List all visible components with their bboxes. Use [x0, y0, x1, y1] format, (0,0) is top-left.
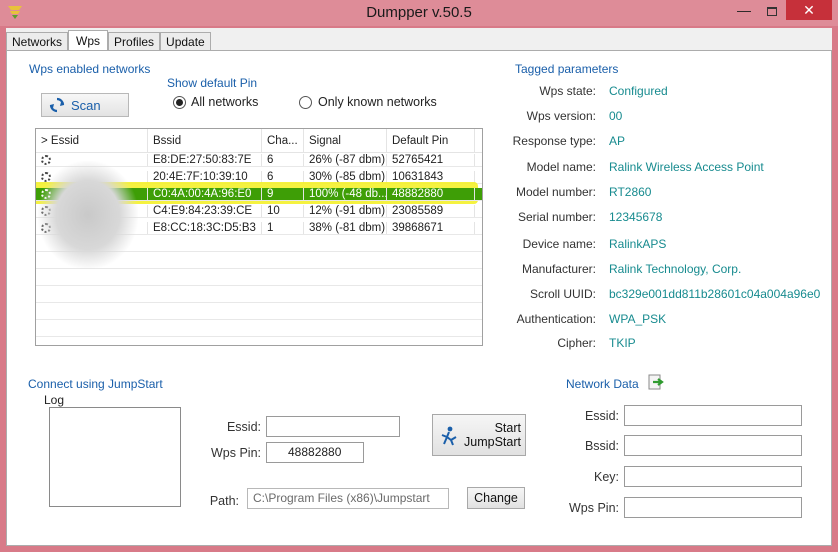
param-value: Ralink Technology, Corp.: [609, 262, 742, 276]
nd-key-input[interactable]: [624, 466, 802, 487]
start-line2: JumpStart: [464, 435, 521, 449]
param-value: TKIP: [609, 336, 636, 350]
wps-panel: Wps enabled networks Scan Show default P…: [6, 50, 832, 546]
log-box[interactable]: [49, 407, 181, 507]
bssid-cell: E8:CC:18:3C:D5:B3: [148, 222, 262, 234]
nd-key-label: Key:: [593, 470, 619, 484]
param-value: Configured: [609, 84, 668, 98]
param-label: Wps version:: [526, 109, 596, 123]
signal-cell: 12% (-91 dbm): [304, 205, 387, 217]
nd-wps-pin-label: Wps Pin:: [568, 501, 619, 515]
path-label: Path:: [209, 494, 239, 508]
tab-update[interactable]: Update: [160, 32, 211, 52]
title-bar: Dumpper v.50.5 — ✕: [0, 0, 838, 26]
channel-cell: 9: [262, 188, 304, 200]
param-value: RT2860: [609, 185, 652, 199]
param-value: RalinkAPS: [609, 237, 667, 251]
radio-only-known[interactable]: [299, 96, 312, 109]
tab-profiles[interactable]: Profiles: [108, 32, 161, 52]
wps-pin-input[interactable]: 48882880: [266, 442, 364, 463]
nd-essid-input[interactable]: [624, 405, 802, 426]
signal-cell: 38% (-81 dbm): [304, 222, 387, 234]
signal-cell: 100% (-48 db...: [304, 188, 387, 200]
jumpstart-icon: [441, 426, 457, 446]
param-value: bc329e001dd811b28601c04a004a96e0: [609, 287, 821, 301]
scan-button[interactable]: Scan: [41, 93, 129, 117]
bssid-cell: C4:E9:84:23:39:CE: [148, 205, 262, 217]
param-label: Response type:: [512, 134, 596, 148]
maximize-icon: [767, 6, 777, 16]
window-title: Dumpper v.50.5: [366, 4, 472, 21]
channel-cell: 1: [262, 222, 304, 234]
wps-pin-label: Wps Pin:: [210, 446, 261, 460]
redacted-essids: [38, 161, 138, 269]
param-label: Model number:: [515, 185, 596, 199]
header-essid[interactable]: > Essid: [36, 129, 148, 152]
param-value: Ralink Wireless Access Point: [609, 160, 764, 174]
param-label: Scroll UUID:: [529, 287, 596, 301]
nd-bssid-input[interactable]: [624, 435, 802, 456]
start-jumpstart-button[interactable]: Start JumpStart: [432, 414, 526, 456]
essid-label: Essid:: [226, 420, 261, 434]
client-area: Networks Wps Profiles Update Wps enabled…: [6, 28, 832, 546]
param-label: Authentication:: [516, 312, 596, 326]
start-line1: Start: [494, 421, 521, 435]
radio-all-networks-label: All networks: [191, 95, 259, 109]
nd-bssid-label: Bssid:: [584, 439, 619, 453]
nd-essid-label: Essid:: [584, 409, 619, 423]
minimize-button[interactable]: —: [730, 0, 758, 20]
header-bssid[interactable]: Bssid: [148, 129, 262, 152]
jumpstart-title: Connect using JumpStart: [28, 377, 163, 391]
param-value: 12345678: [609, 210, 663, 224]
log-label: Log: [44, 393, 65, 407]
param-value: WPA_PSK: [609, 312, 667, 326]
refresh-icon: [49, 97, 65, 113]
signal-cell: 26% (-87 dbm): [304, 154, 387, 166]
param-label: Device name:: [522, 237, 596, 251]
tab-bar: Networks Wps Profiles Update: [6, 30, 211, 52]
param-value: 00: [609, 109, 623, 123]
network-data-title: Network Data: [566, 377, 639, 391]
param-label: Manufacturer:: [521, 262, 596, 276]
change-button[interactable]: Change: [467, 487, 525, 509]
nd-wps-pin-input[interactable]: [624, 497, 802, 518]
param-label: Serial number:: [517, 210, 596, 224]
essid-input[interactable]: [266, 416, 400, 437]
tab-networks[interactable]: Networks: [6, 32, 69, 52]
radio-all-networks[interactable]: [173, 96, 186, 109]
header-channel[interactable]: Cha...: [262, 129, 304, 152]
param-label: Model name:: [526, 160, 596, 174]
path-input[interactable]: C:\Program Files (x86)\Jumpstart: [247, 488, 449, 509]
param-value: AP: [609, 134, 626, 148]
channel-cell: 10: [262, 205, 304, 217]
scan-label: Scan: [71, 98, 101, 113]
wps-networks-title: Wps enabled networks: [29, 62, 151, 76]
maximize-button[interactable]: [758, 0, 786, 20]
param-label: Cipher:: [557, 336, 596, 350]
tab-wps[interactable]: Wps: [68, 30, 109, 52]
export-icon[interactable]: [647, 373, 665, 391]
tagged-parameters-title: Tagged parameters: [515, 62, 619, 76]
show-default-pin-label: Show default Pin: [167, 76, 258, 90]
close-button[interactable]: ✕: [786, 0, 832, 20]
channel-cell: 6: [262, 154, 304, 166]
bssid-cell: E8:DE:27:50:83:7E: [148, 154, 262, 166]
bssid-cell: C0:4A:00:4A:96:E0: [148, 188, 262, 200]
param-label: Wps state:: [539, 84, 596, 98]
header-signal[interactable]: Signal: [304, 129, 387, 152]
